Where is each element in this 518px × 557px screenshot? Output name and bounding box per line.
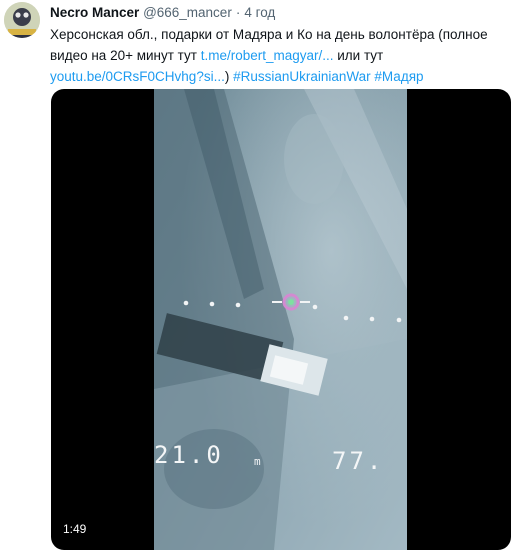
tweet-text-part: ) [224,69,234,84]
tweet-text: Херсонская обл., подарки от Мадяра и Ко … [50,24,512,87]
separator-dot: · [235,5,241,20]
video-player[interactable]: 21.0 m 77. 1:49 [51,89,511,550]
speed-readout: 77. [332,447,384,475]
tweet-text-part: или тут [333,48,384,63]
hashtag-russianukrainianwar[interactable]: #RussianUkrainianWar [233,69,371,84]
hashtag-madyar[interactable]: #Мадяр [374,69,423,84]
altitude-readout: 21.0 [154,441,224,469]
tweet-header: Necro Mancer @666_mancer · 4 год [50,4,275,22]
avatar[interactable] [4,2,40,38]
drone-footage: 21.0 m 77. [154,89,407,550]
author-name[interactable]: Necro Mancer [50,5,139,20]
author-handle[interactable]: @666_mancer [143,5,232,20]
telegram-link[interactable]: t.me/robert_magyar/... [201,48,334,63]
avatar-image [4,2,40,38]
altitude-unit: m [254,455,261,468]
video-duration-badge: 1:49 [59,519,91,539]
video-frame[interactable]: 21.0 m 77. [154,89,407,550]
tweet-timestamp[interactable]: 4 год [244,5,275,20]
tweet: Necro Mancer @666_mancer · 4 год Херсонска… [0,0,518,557]
youtube-link[interactable]: youtu.be/0CRsF0CHvhg?si... [50,69,225,84]
